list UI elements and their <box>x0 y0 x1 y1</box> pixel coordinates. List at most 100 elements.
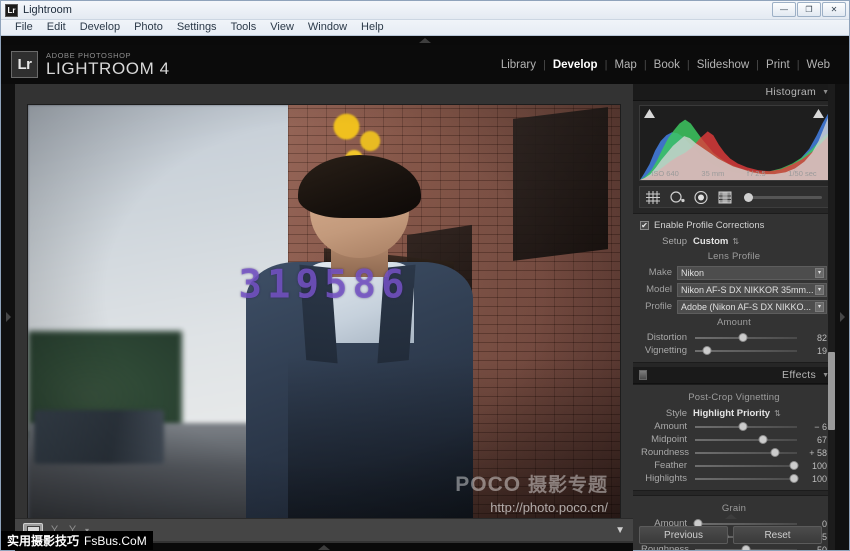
crop-overlay-tool-icon[interactable] <box>644 189 662 205</box>
chevron-down-icon[interactable]: ▾ <box>815 267 824 278</box>
lens-profile-select[interactable]: Adobe (Nikon AF-S DX NIKKO... ▾ <box>677 299 827 314</box>
vignette-feather-value[interactable]: 100 <box>803 461 827 471</box>
histogram-shutter: 1/50 sec <box>788 169 817 178</box>
top-panel-collapse-toggle[interactable] <box>1 36 849 45</box>
menu-settings[interactable]: Settings <box>170 20 224 35</box>
menu-window[interactable]: Window <box>301 20 354 35</box>
vignette-feather-row[interactable]: Feather 100 <box>633 459 835 472</box>
vignetting-value[interactable]: 19 <box>803 346 827 356</box>
menu-tools[interactable]: Tools <box>224 20 264 35</box>
menu-develop[interactable]: Develop <box>73 20 127 35</box>
chevron-updown-icon[interactable]: ⇅ <box>774 409 781 418</box>
reset-button[interactable]: Reset <box>733 526 822 544</box>
vignette-feather-slider-knob[interactable] <box>789 460 799 470</box>
toolbar-options-chevron-icon[interactable]: ▼ <box>615 525 625 536</box>
post-crop-vignetting-heading: Post-Crop Vignetting <box>688 392 780 403</box>
minimize-button[interactable]: — <box>772 2 796 17</box>
distortion-slider-row[interactable]: Distortion 82 <box>633 331 835 344</box>
enable-profile-corrections-checkbox[interactable]: ✔ <box>640 221 649 230</box>
vignette-midpoint-value[interactable]: 67 <box>803 435 827 445</box>
close-button[interactable]: ✕ <box>822 2 846 17</box>
grain-roughness-slider-knob[interactable] <box>741 544 751 550</box>
chevron-updown-icon[interactable]: ⇅ <box>732 237 739 246</box>
distortion-value[interactable]: 82 <box>803 333 827 343</box>
module-develop[interactable]: Develop <box>546 59 605 71</box>
vignette-style-value[interactable]: Highlight Priority <box>693 408 770 419</box>
lens-model-row[interactable]: Model Nikon AF-S DX NIKKOR 35mm... ▾ <box>633 282 835 297</box>
lens-profile-value: Adobe (Nikon AF-S DX NIKKO... <box>681 301 812 312</box>
histogram-panel-header[interactable]: Histogram ▼ <box>633 84 835 101</box>
photo-preview[interactable]: 319586 POCO 摄影专题 http://photo.poco.cn/ <box>28 105 620 523</box>
tool-amount-slider[interactable] <box>744 192 822 202</box>
distortion-slider[interactable] <box>695 332 797 342</box>
vignette-highlights-slider[interactable] <box>695 473 799 483</box>
vignette-roundness-value[interactable]: + 58 <box>803 448 827 458</box>
left-panel-collapse-toggle[interactable] <box>1 84 15 550</box>
grain-roughness-row[interactable]: Roughness 50 <box>633 543 835 550</box>
right-panel-collapse-toggle[interactable] <box>835 84 849 550</box>
taskbar-tooltip: 实用摄影技巧 FsBus.CoM <box>1 531 153 550</box>
module-map[interactable]: Map <box>607 59 643 71</box>
menu-edit[interactable]: Edit <box>40 20 73 35</box>
restore-button[interactable]: ❐ <box>797 2 821 17</box>
vignetting-slider-knob[interactable] <box>702 345 712 355</box>
vignette-roundness-slider[interactable] <box>695 447 797 457</box>
identity-plate[interactable]: Lr ADOBE PHOTOSHOP LIGHTROOM 4 <box>11 51 170 78</box>
application-window: Lr Lightroom — ❐ ✕ File Edit Develop Pho… <box>0 0 850 551</box>
vignette-midpoint-slider-knob[interactable] <box>758 434 768 444</box>
window-title: Lightroom <box>23 4 72 16</box>
lens-make-select[interactable]: Nikon ▾ <box>677 265 827 280</box>
vignette-roundness-slider-knob[interactable] <box>770 447 780 457</box>
effects-panel-switch-icon[interactable] <box>639 370 647 380</box>
module-print[interactable]: Print <box>759 59 797 71</box>
red-eye-tool-icon[interactable] <box>692 189 710 205</box>
vignette-highlights-slider-knob[interactable] <box>789 473 799 483</box>
vignette-highlights-row[interactable]: Highlights 100 <box>633 472 835 485</box>
vignette-feather-slider[interactable] <box>695 460 799 470</box>
tool-amount-slider-knob[interactable] <box>744 192 753 202</box>
menu-file[interactable]: File <box>8 20 40 35</box>
right-panel-collapse-arrow[interactable] <box>633 514 828 519</box>
vignette-style-label: Style <box>665 407 687 419</box>
grain-roughness-value[interactable]: 50 <box>803 545 827 551</box>
setup-value[interactable]: Custom <box>693 236 728 247</box>
setup-row[interactable]: Setup Custom ⇅ <box>633 234 835 248</box>
vignette-amount-slider-knob[interactable] <box>738 421 748 431</box>
module-book[interactable]: Book <box>647 59 687 71</box>
vignette-style-row[interactable]: Style Highlight Priority ⇅ <box>633 406 835 420</box>
lens-model-select[interactable]: Nikon AF-S DX NIKKOR 35mm... ▾ <box>677 282 827 297</box>
distortion-slider-knob[interactable] <box>738 332 748 342</box>
module-slideshow[interactable]: Slideshow <box>690 59 756 71</box>
vignette-midpoint-slider[interactable] <box>695 434 797 444</box>
menu-view[interactable]: View <box>263 20 301 35</box>
enable-profile-corrections-row[interactable]: ✔ Enable Profile Corrections <box>633 218 835 234</box>
chevron-down-icon[interactable]: ▾ <box>815 284 824 295</box>
right-panel-scroll-thumb[interactable] <box>828 352 835 430</box>
vignette-roundness-row[interactable]: Roundness + 58 <box>633 446 835 459</box>
menu-help[interactable]: Help <box>354 20 391 35</box>
previous-button[interactable]: Previous <box>639 526 728 544</box>
vignetting-slider-row[interactable]: Vignetting 19 <box>633 344 835 357</box>
menu-photo[interactable]: Photo <box>127 20 170 35</box>
chevron-down-icon[interactable]: ▾ <box>815 301 824 312</box>
module-library[interactable]: Library <box>494 59 543 71</box>
lens-profile-row[interactable]: Profile Adobe (Nikon AF-S DX NIKKO... ▾ <box>633 299 835 314</box>
vignette-highlights-value[interactable]: 100 <box>803 474 827 484</box>
lens-make-row[interactable]: Make Nikon ▾ <box>633 265 835 280</box>
module-web[interactable]: Web <box>800 59 837 71</box>
vignette-amount-slider[interactable] <box>695 421 797 431</box>
grain-roughness-slider[interactable] <box>695 544 797 550</box>
right-panel-scrollbar[interactable] <box>828 84 835 550</box>
lens-profile-label: Profile <box>645 301 672 312</box>
vignette-amount-value[interactable]: − 6 <box>803 422 827 432</box>
grain-amount-slider[interactable] <box>693 518 797 528</box>
vignette-amount-row[interactable]: Amount − 6 <box>633 420 835 433</box>
effects-panel-header[interactable]: Effects ▼ <box>633 367 835 384</box>
graduated-filter-tool-icon[interactable] <box>716 189 734 205</box>
vignette-midpoint-row[interactable]: Midpoint 67 <box>633 433 835 446</box>
vignette-midpoint-label: Midpoint <box>651 434 687 445</box>
histogram-graph[interactable]: ISO 640 35 mm f / 2.5 1/50 sec <box>639 105 829 181</box>
spot-removal-tool-icon[interactable] <box>668 189 686 205</box>
loupe-view[interactable]: 319586 POCO 摄影专题 http://photo.poco.cn/ <box>15 84 633 550</box>
vignetting-slider[interactable] <box>695 345 797 355</box>
